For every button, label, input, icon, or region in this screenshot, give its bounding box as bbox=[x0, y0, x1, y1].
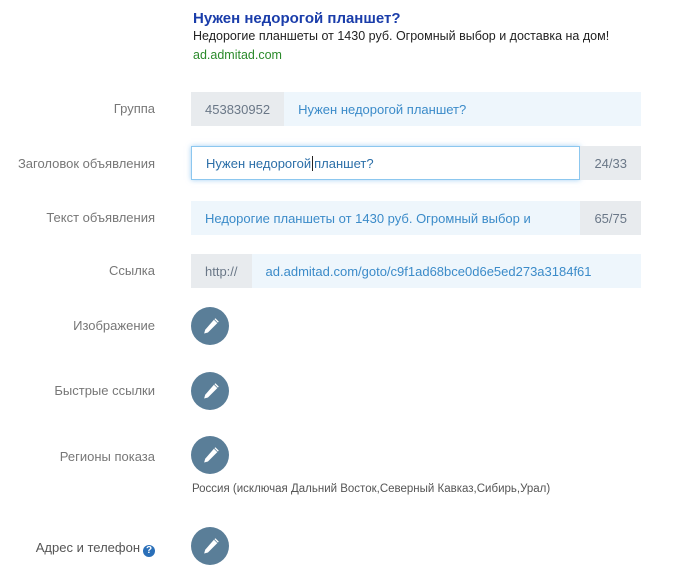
regions-label: Регионы показа bbox=[59, 449, 155, 464]
ad-text-input[interactable]: Недорогие планшеты от 1430 руб. Огромный… bbox=[191, 201, 581, 235]
question-circle-icon[interactable]: ? bbox=[143, 545, 155, 557]
quick-links-label: Быстрые ссылки bbox=[54, 383, 155, 398]
preview-title: Нужен недорогой планшет? bbox=[193, 10, 401, 27]
quick-links-edit-button[interactable] bbox=[191, 372, 229, 410]
group-field[interactable]: 453830952 Нужен недорогой планшет? bbox=[191, 92, 641, 126]
headline-input[interactable]: Нужен недорогой планшет? bbox=[191, 146, 581, 180]
ad-preview: Нужен недорогой планшет? Недорогие планш… bbox=[193, 10, 693, 63]
headline-label: Заголовок объявления bbox=[17, 156, 155, 171]
regions-edit-button[interactable] bbox=[191, 436, 229, 474]
ad-text-field[interactable]: Недорогие планшеты от 1430 руб. Огромный… bbox=[191, 201, 641, 235]
pencil-icon bbox=[203, 382, 219, 399]
image-label: Изображение bbox=[73, 318, 155, 333]
contacts-label: Адрес и телефон? bbox=[0, 540, 155, 557]
pencil-icon bbox=[203, 317, 219, 334]
link-protocol: http:// bbox=[191, 254, 252, 288]
headline-text-after: планшет? bbox=[314, 155, 374, 171]
group-id: 453830952 bbox=[191, 92, 285, 126]
pencil-icon bbox=[203, 537, 219, 554]
preview-text: Недорогие планшеты от 1430 руб. Огромный… bbox=[193, 29, 610, 43]
link-label: Ссылка bbox=[108, 263, 155, 278]
image-edit-button[interactable] bbox=[191, 307, 229, 345]
preview-url: ad.admitad.com bbox=[193, 48, 282, 62]
text-caret bbox=[312, 155, 314, 171]
pencil-icon bbox=[203, 446, 219, 463]
group-label: Группа bbox=[113, 101, 155, 116]
headline-counter: 24/33 bbox=[580, 146, 641, 180]
contacts-edit-button[interactable] bbox=[191, 527, 229, 565]
link-input[interactable]: ad.admitad.com/goto/c9f1ad68bce0d6e5ed27… bbox=[251, 254, 641, 288]
group-name[interactable]: Нужен недорогой планшет? bbox=[284, 92, 641, 126]
contacts-label-text: Адрес и телефон bbox=[35, 540, 140, 555]
ad-text-label: Текст объявления bbox=[46, 210, 155, 225]
headline-field[interactable]: Нужен недорогой планшет? 24/33 bbox=[191, 146, 641, 180]
regions-note: Россия (исключая Дальний Восток,Северный… bbox=[192, 483, 551, 495]
headline-text-before: Нужен недорогой bbox=[206, 155, 312, 171]
link-field[interactable]: http:// ad.admitad.com/goto/c9f1ad68bce0… bbox=[191, 254, 641, 288]
ad-text-counter: 65/75 bbox=[580, 201, 641, 235]
